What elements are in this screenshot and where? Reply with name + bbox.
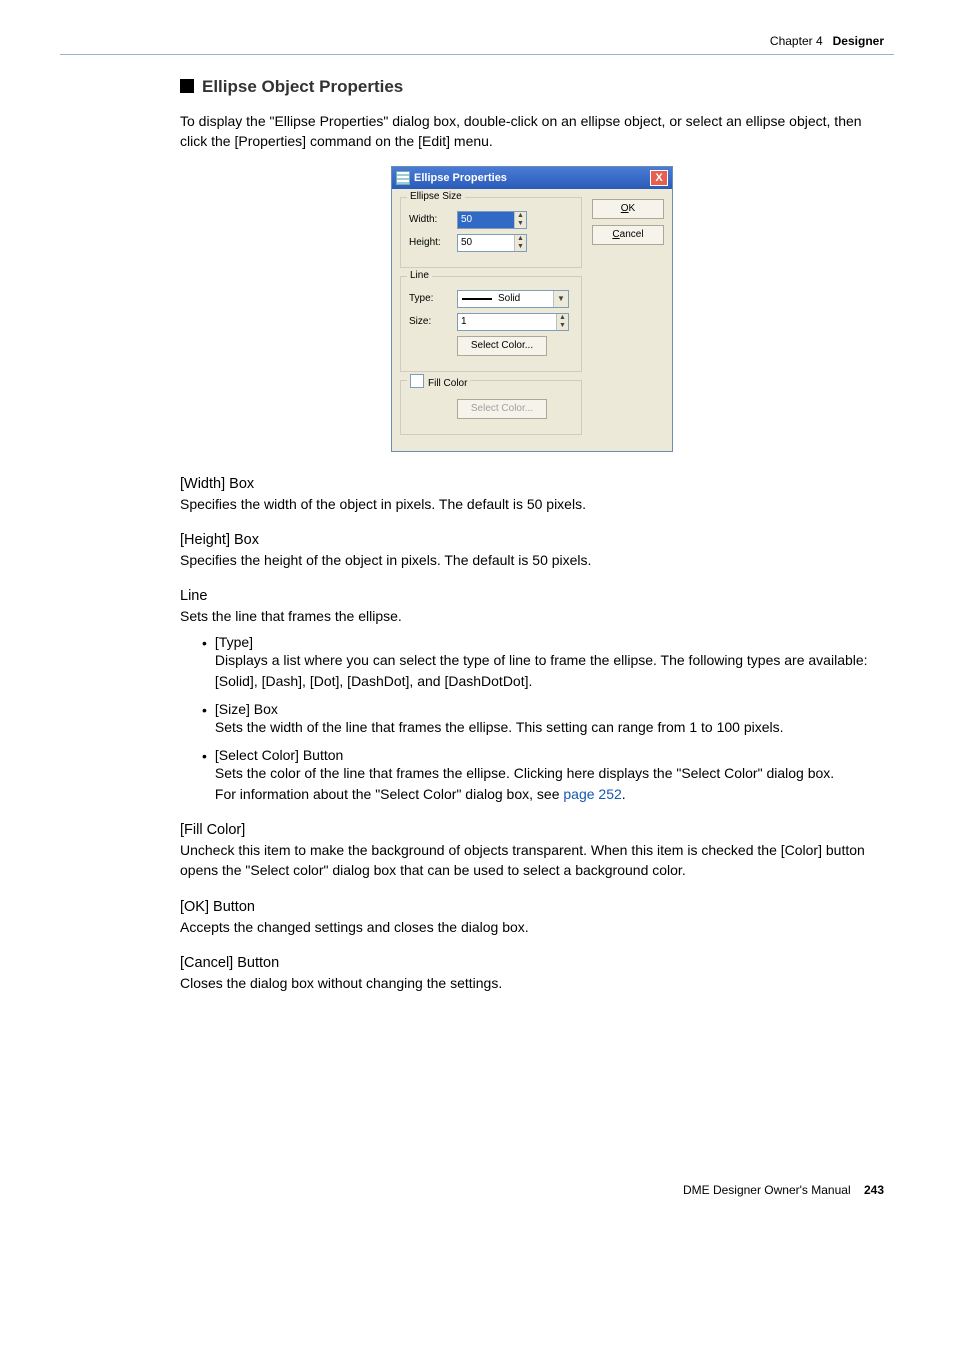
manual-title: DME Designer Owner's Manual	[683, 1183, 851, 1197]
spin-up-icon[interactable]: ▲	[557, 314, 568, 322]
line-legend: Line	[407, 270, 432, 281]
ellipse-size-group: Ellipse Size Width: ▲▼ Height:	[400, 197, 582, 268]
fillcolor-desc: Uncheck this item to make the background…	[180, 840, 884, 881]
page-number: 243	[864, 1183, 884, 1197]
width-box-heading: [Width] Box	[180, 476, 884, 492]
line-group: Line Type: Solid ▼ Size:	[400, 276, 582, 372]
size-input[interactable]	[458, 314, 556, 330]
cancelbutton-desc: Closes the dialog box without changing t…	[180, 973, 884, 993]
close-icon[interactable]: X	[650, 170, 668, 186]
square-bullet-icon	[180, 79, 194, 93]
type-combobox[interactable]: Solid ▼	[457, 290, 569, 308]
chapter-title: Designer	[833, 34, 884, 48]
fillcolor-heading: [Fill Color]	[180, 822, 884, 838]
ok-button[interactable]: OK	[592, 199, 664, 219]
spin-down-icon[interactable]: ▼	[515, 243, 526, 251]
sizebox-desc: Sets the width of the line that frames t…	[215, 717, 784, 737]
type-label: Type:	[409, 293, 457, 304]
width-label: Width:	[409, 214, 457, 225]
size-spinner[interactable]: ▲▼	[457, 313, 569, 331]
page-link[interactable]: page 252	[563, 786, 621, 802]
line-select-color-button[interactable]: Select Color...	[457, 336, 547, 356]
selectcolor-heading: [Select Color] Button	[215, 747, 834, 763]
header-rule	[60, 54, 894, 55]
spin-down-icon[interactable]: ▼	[515, 220, 526, 228]
width-spinner[interactable]: ▲▼	[457, 211, 527, 229]
selectcolor-desc-1: Sets the color of the line that frames t…	[215, 763, 834, 783]
page-header: Chapter 4 Designer	[60, 34, 894, 48]
cancelbutton-heading: [Cancel] Button	[180, 955, 884, 971]
height-spinner[interactable]: ▲▼	[457, 234, 527, 252]
page-footer: DME Designer Owner's Manual 243	[60, 1183, 894, 1197]
width-input[interactable]	[458, 212, 514, 228]
type-heading: [Type]	[215, 634, 884, 650]
fill-color-group: Fill Color Select Color...	[400, 380, 582, 435]
spin-down-icon[interactable]: ▼	[557, 322, 568, 330]
width-box-desc: Specifies the width of the object in pix…	[180, 494, 884, 514]
height-box-heading: [Height] Box	[180, 532, 884, 548]
sizebox-heading: [Size] Box	[215, 701, 784, 717]
height-label: Height:	[409, 237, 457, 248]
height-box-desc: Specifies the height of the object in pi…	[180, 550, 884, 570]
bullet-icon: •	[202, 634, 207, 654]
line-desc: Sets the line that frames the ellipse.	[180, 606, 884, 626]
ellipse-size-legend: Ellipse Size	[407, 191, 465, 202]
okbutton-desc: Accepts the changed settings and closes …	[180, 917, 884, 937]
section-heading: Ellipse Object Properties	[180, 77, 884, 97]
dialog-title: Ellipse Properties	[414, 172, 507, 184]
selectcolor-desc-2: For information about the "Select Color"…	[215, 784, 834, 804]
ellipse-properties-dialog: Ellipse Properties X OK Cancel Ellipse S…	[391, 166, 673, 452]
spin-up-icon[interactable]: ▲	[515, 235, 526, 243]
dialog-titlebar: Ellipse Properties X	[392, 167, 672, 189]
chapter-label: Chapter 4	[770, 34, 823, 48]
fill-color-checkbox[interactable]	[410, 374, 424, 388]
height-input[interactable]	[458, 235, 514, 251]
line-preview-icon	[462, 298, 492, 300]
section-intro: To display the "Ellipse Properties" dial…	[180, 111, 884, 152]
fill-select-color-button[interactable]: Select Color...	[457, 399, 547, 419]
okbutton-heading: [OK] Button	[180, 899, 884, 915]
dialog-icon	[396, 171, 410, 185]
type-value: Solid	[498, 293, 520, 304]
chevron-down-icon[interactable]: ▼	[553, 291, 568, 307]
bullet-icon: •	[202, 701, 207, 721]
line-heading: Line	[180, 588, 884, 604]
size-label: Size:	[409, 316, 457, 327]
type-desc: Displays a list where you can select the…	[215, 650, 884, 691]
fill-color-legend: Fill Color	[407, 374, 470, 389]
cancel-button[interactable]: Cancel	[592, 225, 664, 245]
spin-up-icon[interactable]: ▲	[515, 212, 526, 220]
bullet-icon: •	[202, 747, 207, 767]
